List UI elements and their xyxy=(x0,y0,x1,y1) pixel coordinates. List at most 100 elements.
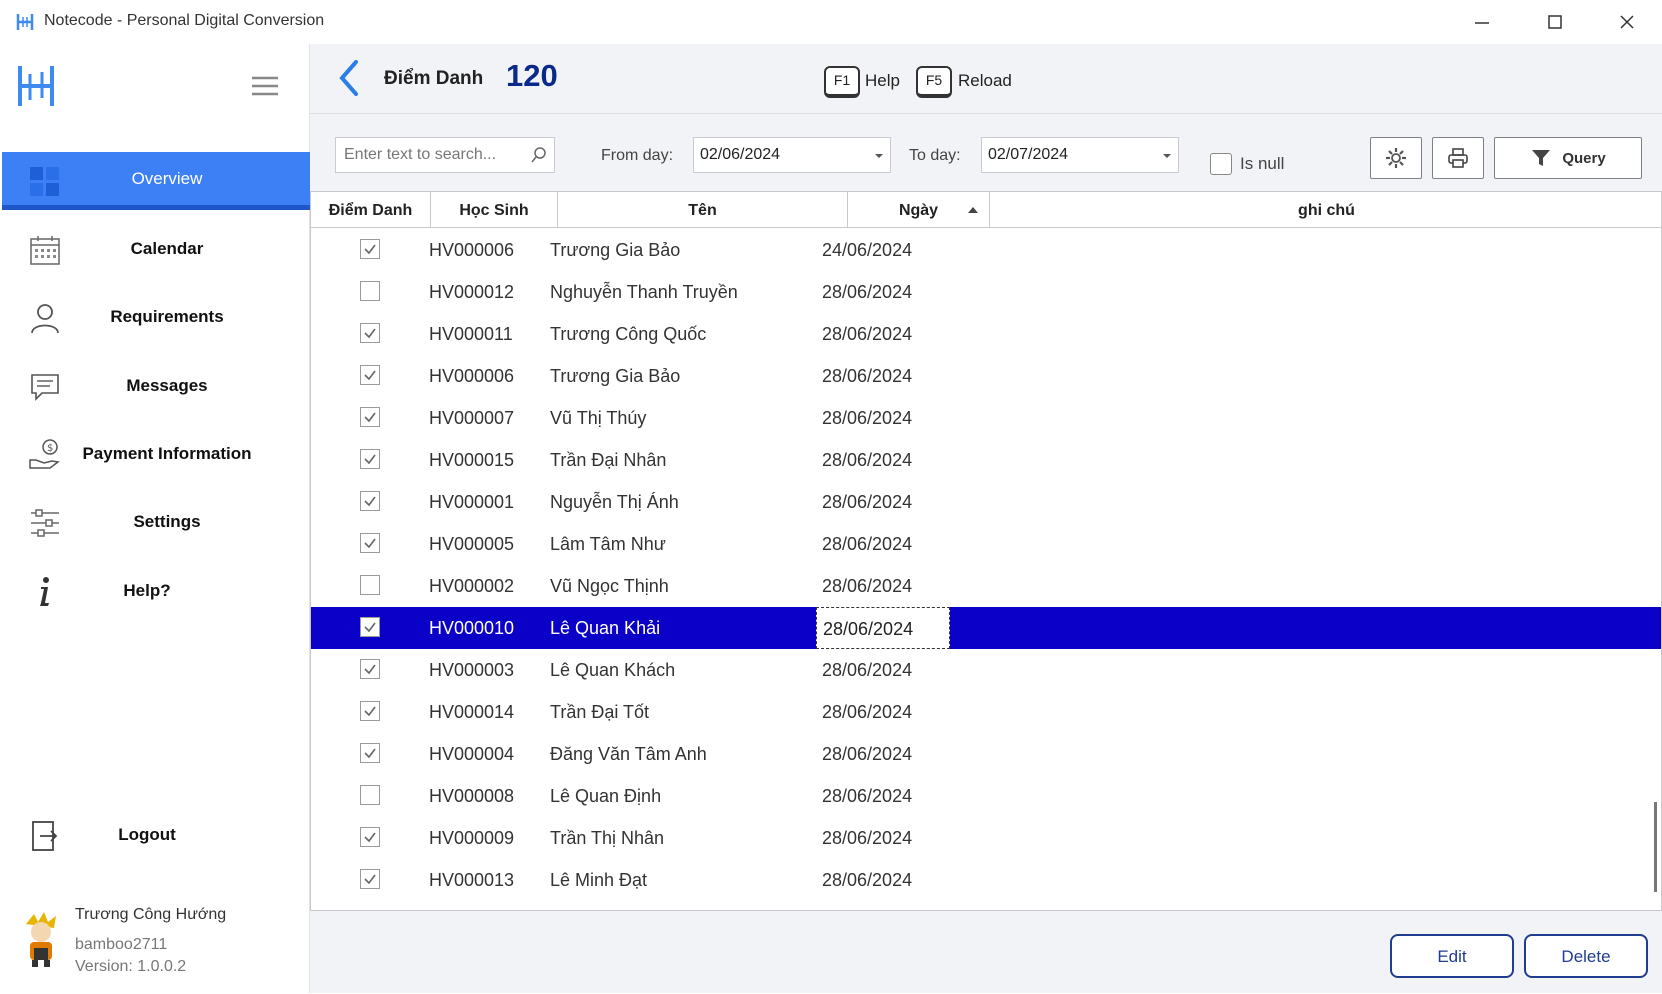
student-name-cell: Lê Quan Khải xyxy=(550,618,661,638)
student-name-cell: Vũ Ngọc Thịnh xyxy=(550,576,669,596)
sidebar-item-label: Calendar xyxy=(130,239,204,258)
table-row[interactable]: HV000015 Trần Đại Nhân 28/06/2024 xyxy=(311,439,1661,481)
sidebar-item-requirements[interactable]: Requirements xyxy=(2,288,310,346)
table-row[interactable]: HV000003 Lê Quan Khách 28/06/2024 xyxy=(311,649,1661,691)
attendance-table: Điểm Danh Học Sinh Tên Ngày ghi chú HV00… xyxy=(310,191,1662,911)
table-row[interactable]: HV000007 Vũ Thị Thúy 28/06/2024 xyxy=(311,397,1661,439)
column-header-hoc-sinh[interactable]: Học Sinh xyxy=(431,192,558,228)
sidebar-item-settings[interactable]: Settings xyxy=(2,493,310,551)
table-row[interactable]: HV000013 Lê Minh Đạt 28/06/2024 xyxy=(311,859,1661,901)
attendance-checkbox[interactable] xyxy=(360,785,380,805)
minimize-button[interactable] xyxy=(1452,0,1512,44)
sidebar-item-payment-information[interactable]: $ Payment Information xyxy=(2,425,310,483)
student-name-cell: Trương Công Quốc xyxy=(550,324,707,344)
student-id-cell: HV000011 xyxy=(429,324,513,344)
delete-button[interactable]: Delete xyxy=(1524,934,1648,978)
maximize-button[interactable] xyxy=(1525,0,1585,44)
print-button[interactable] xyxy=(1432,137,1484,179)
logout-button[interactable]: Logout xyxy=(2,806,310,864)
sidebar-item-messages[interactable]: Messages xyxy=(2,357,310,415)
table-row[interactable]: HV000004 Đăng Văn Tâm Anh 28/06/2024 xyxy=(311,733,1661,775)
edit-button[interactable]: Edit xyxy=(1390,934,1514,978)
window-title: Notecode - Personal Digital Conversion xyxy=(44,12,325,29)
student-name-cell: Trần Đại Nhân xyxy=(550,450,667,470)
table-row[interactable]: HV000002 Vũ Ngọc Thịnh 28/06/2024 xyxy=(311,565,1661,607)
sidebar-item-help[interactable]: Help? xyxy=(2,562,310,620)
student-id-cell: HV000007 xyxy=(429,408,515,428)
close-button[interactable] xyxy=(1597,0,1657,44)
sidebar-item-overview[interactable]: Overview xyxy=(2,152,310,210)
attendance-checkbox[interactable] xyxy=(360,533,380,553)
table-row[interactable]: HV000006 Trương Gia Bảo 24/06/2024 xyxy=(311,229,1661,271)
attendance-checkbox[interactable] xyxy=(360,575,380,595)
attendance-checkbox[interactable] xyxy=(360,827,380,847)
attendance-checkbox[interactable] xyxy=(360,659,380,679)
table-row[interactable]: HV000001 Nguyễn Thị Ánh 28/06/2024 xyxy=(311,481,1661,523)
settings-button[interactable] xyxy=(1370,137,1422,179)
minimize-icon xyxy=(1475,22,1489,24)
student-id-cell: HV000004 xyxy=(429,744,515,764)
date-cell: 28/06/2024 xyxy=(822,828,913,848)
table-row[interactable]: HV000009 Trần Thị Nhân 28/06/2024 xyxy=(311,817,1661,859)
column-header-diem-danh[interactable]: Điểm Danh xyxy=(311,192,431,228)
student-id-cell: HV000009 xyxy=(429,828,515,848)
record-count: 120 xyxy=(506,58,558,93)
from-day-value: 02/06/2024 xyxy=(700,146,781,163)
attendance-checkbox[interactable] xyxy=(360,743,380,763)
attendance-checkbox[interactable] xyxy=(360,617,380,637)
search-input[interactable] xyxy=(342,144,522,166)
attendance-checkbox[interactable] xyxy=(360,407,380,427)
sidebar-item-calendar[interactable]: Calendar xyxy=(2,220,310,278)
column-header-ten[interactable]: Tên xyxy=(558,192,848,228)
vertical-scrollbar[interactable] xyxy=(1654,802,1657,892)
column-header-ngay[interactable]: Ngày xyxy=(848,192,990,228)
table-row[interactable]: HV000012 Nghuyễn Thanh Truyền 28/06/2024 xyxy=(311,271,1661,313)
reload-label[interactable]: Reload xyxy=(958,71,1012,91)
check-icon xyxy=(364,370,376,381)
attendance-checkbox[interactable] xyxy=(360,365,380,385)
help-label[interactable]: Help xyxy=(865,71,900,91)
student-id-cell: HV000001 xyxy=(429,492,515,512)
hamburger-menu-icon[interactable] xyxy=(250,74,280,98)
table-row[interactable]: HV000005 Lâm Tâm Như 28/06/2024 xyxy=(311,523,1661,565)
search-icon[interactable] xyxy=(530,146,548,164)
column-header-ghi-chu[interactable]: ghi chú xyxy=(990,192,1661,228)
attendance-checkbox[interactable] xyxy=(360,701,380,721)
query-button[interactable]: Query xyxy=(1494,137,1642,179)
student-name-cell: Trương Gia Bảo xyxy=(550,240,681,260)
user-name: Trương Công Hướng xyxy=(75,906,227,923)
table-row[interactable]: HV000010 Lê Quan Khải 28/06/2024 xyxy=(311,607,1661,649)
to-day-value: 02/07/2024 xyxy=(988,146,1069,163)
student-id-cell: HV000006 xyxy=(429,240,515,260)
from-day-picker[interactable]: 02/06/2024 xyxy=(693,137,891,173)
attendance-checkbox[interactable] xyxy=(360,869,380,889)
help-key-button[interactable]: F1 xyxy=(824,66,860,98)
main-content: Điểm Danh 120 F1 Help F5 Reload From day… xyxy=(310,44,1662,993)
table-row[interactable]: HV000014 Trần Đại Tốt 28/06/2024 xyxy=(311,691,1661,733)
is-null-label: Is null xyxy=(1240,154,1285,173)
attendance-checkbox[interactable] xyxy=(360,239,380,259)
attendance-checkbox[interactable] xyxy=(360,323,380,343)
date-cell: 28/06/2024 xyxy=(822,870,913,890)
date-cell: 28/06/2024 xyxy=(822,786,913,806)
table-row[interactable]: HV000008 Lê Quan Định 28/06/2024 xyxy=(311,775,1661,817)
reload-key-button[interactable]: F5 xyxy=(916,66,952,98)
student-id-cell: HV000005 xyxy=(429,534,515,554)
chevron-down-icon xyxy=(875,154,883,158)
attendance-checkbox[interactable] xyxy=(360,449,380,469)
student-id-cell: HV000015 xyxy=(429,450,515,470)
sidebar-item-label: Overview xyxy=(131,168,203,188)
attendance-checkbox[interactable] xyxy=(360,281,380,301)
student-name-cell: Lê Minh Đạt xyxy=(550,870,648,890)
date-cell: 28/06/2024 xyxy=(816,607,950,649)
avatar xyxy=(26,912,56,967)
table-row[interactable]: HV000011 Trương Công Quốc 28/06/2024 xyxy=(311,313,1661,355)
table-row[interactable]: HV000006 Trương Gia Bảo 28/06/2024 xyxy=(311,355,1661,397)
page-header: Điểm Danh 120 F1 Help F5 Reload xyxy=(310,44,1662,114)
is-null-checkbox[interactable] xyxy=(1210,153,1232,175)
sidebar: Overview Calendar Requirements Messages … xyxy=(0,44,310,993)
back-arrow-icon[interactable] xyxy=(332,58,366,98)
student-name-cell: Nguyễn Thị Ánh xyxy=(550,492,679,512)
attendance-checkbox[interactable] xyxy=(360,491,380,511)
to-day-picker[interactable]: 02/07/2024 xyxy=(981,137,1179,173)
